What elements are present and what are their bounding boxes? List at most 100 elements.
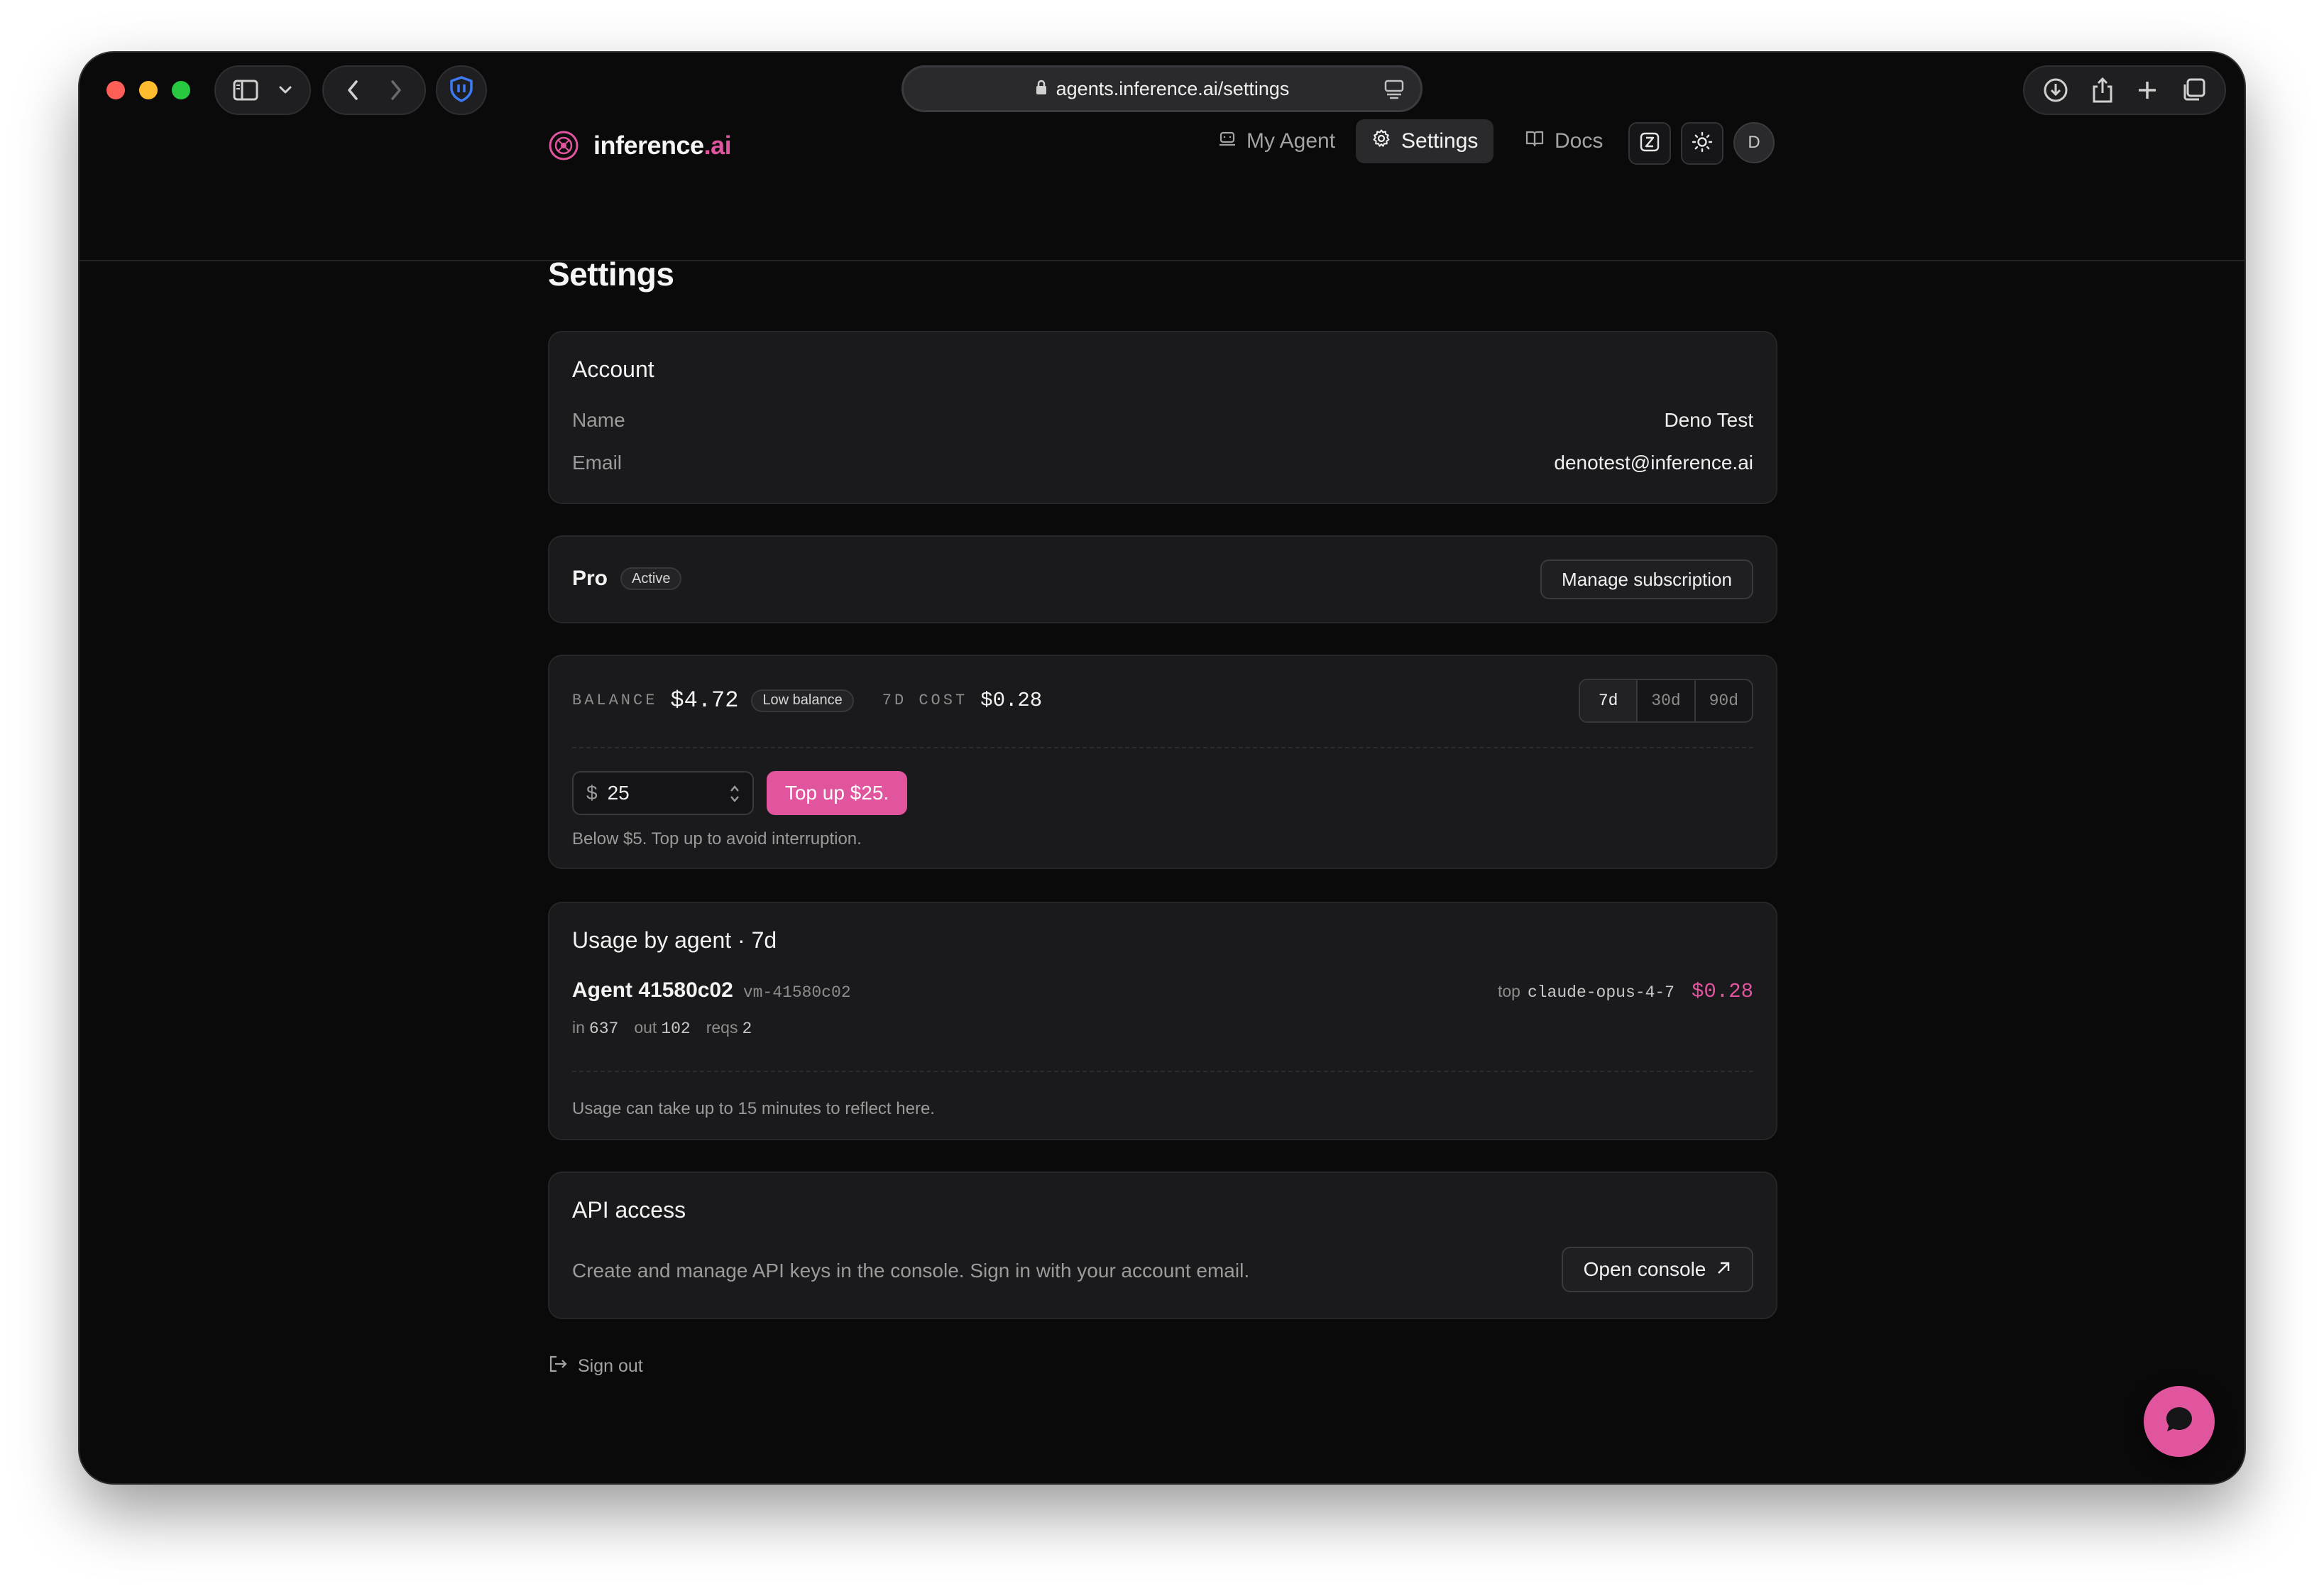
agent-row[interactable]: Agent 41580c02 vm-41580c02 — [572, 978, 851, 1003]
plan-info: Pro Active — [572, 567, 682, 591]
metric-out-label: out — [634, 1018, 657, 1037]
brand-logo-icon — [548, 130, 579, 161]
topup-amount-input[interactable]: $ 25 — [572, 771, 754, 815]
metric-in-label: in — [572, 1018, 585, 1037]
external-arrow-icon — [1716, 1258, 1731, 1281]
balance-card: BALANCE $4.72 Low balance 7D COST $0.28 … — [548, 655, 1777, 869]
range-selector: 7d 30d 90d — [1579, 679, 1753, 723]
history-nav-group — [322, 65, 426, 115]
download-icon[interactable] — [2043, 77, 2068, 103]
api-access-title: API access — [572, 1197, 686, 1223]
currency-symbol: $ — [586, 782, 598, 804]
name-label: Name — [572, 409, 625, 431]
agent-metrics: in 637 out 102 reqs 2 — [572, 1018, 767, 1038]
signout-label: Sign out — [578, 1356, 643, 1376]
password-extension-button[interactable] — [436, 65, 487, 115]
back-icon[interactable] — [346, 79, 360, 102]
topup-amount-value: 25 — [607, 782, 630, 804]
balance-stats: BALANCE $4.72 Low balance 7D COST $0.28 — [572, 687, 1042, 714]
brand-name-main: inference — [593, 131, 704, 160]
email-label: Email — [572, 452, 623, 474]
metric-out: out 102 — [634, 1018, 690, 1038]
plan-card: Pro Active Manage subscription — [548, 535, 1777, 623]
address-bar[interactable]: agents.inference.ai/settings — [901, 65, 1423, 112]
tabs-icon[interactable] — [2181, 77, 2206, 103]
usage-card: Usage by agent · 7d Agent 41580c02 vm-41… — [548, 902, 1777, 1140]
sign-out-link[interactable]: Sign out — [548, 1355, 643, 1378]
nav-docs[interactable]: Docs — [1509, 119, 1618, 163]
agent-cost-summary: top claude-opus-4-7 $0.28 — [1498, 980, 1753, 1003]
sidebar-icon[interactable] — [233, 80, 258, 101]
open-console-label: Open console — [1583, 1258, 1706, 1280]
stepper-icon[interactable] — [728, 783, 741, 809]
reader-icon[interactable] — [1383, 79, 1405, 104]
chat-icon — [2162, 1403, 2196, 1441]
theme-toggle-button[interactable] — [1681, 122, 1723, 165]
chevron-down-icon[interactable] — [278, 85, 292, 95]
chat-button[interactable] — [2144, 1386, 2215, 1457]
balance-value: $4.72 — [670, 687, 739, 714]
plan-status-badge: Active — [620, 567, 682, 590]
balance-divider — [572, 747, 1753, 748]
minimize-window-button[interactable] — [139, 81, 158, 99]
browser-actions-group — [2023, 65, 2226, 115]
usage-divider — [572, 1071, 1753, 1072]
gear-icon — [1371, 129, 1401, 154]
range-30d[interactable]: 30d — [1636, 680, 1694, 721]
app-header — [80, 128, 2244, 261]
sidebar-toggle-group[interactable] — [214, 65, 311, 115]
account-card: Account Name Deno Test Email denotest@in… — [548, 331, 1777, 504]
book-icon — [1525, 129, 1555, 153]
signout-icon — [548, 1355, 578, 1378]
nav-settings-label: Settings — [1401, 129, 1479, 153]
browser-toolbar: agents.inference.ai/settings — [80, 53, 2244, 128]
api-access-card: API access Create and manage API keys in… — [548, 1172, 1777, 1319]
forward-icon[interactable] — [389, 79, 403, 102]
nav-settings[interactable]: Settings — [1356, 119, 1494, 163]
zoom-window-button[interactable] — [172, 81, 190, 99]
nav-docs-label: Docs — [1555, 129, 1604, 153]
brand-name: inference.ai — [593, 131, 732, 160]
metric-reqs-label: reqs — [706, 1018, 738, 1037]
balance-label: BALANCE — [572, 692, 658, 709]
top-model-label: top — [1497, 982, 1520, 1000]
agent-name: Agent 41580c02 — [572, 978, 733, 1002]
close-window-button[interactable] — [106, 81, 125, 99]
metric-out-value: 102 — [661, 1020, 691, 1038]
topup-button[interactable]: Top up $25. — [767, 771, 907, 815]
nav-my-agent[interactable]: My Agent — [1202, 119, 1351, 163]
browser-window: agents.inference.ai/settings inference.a… — [80, 53, 2244, 1483]
manage-subscription-button[interactable]: Manage subscription — [1540, 559, 1753, 599]
robot-icon — [1218, 129, 1246, 153]
email-value: denotest@inference.ai — [1554, 452, 1753, 474]
range-7d[interactable]: 7d — [1580, 680, 1637, 721]
agent-cost: $0.28 — [1691, 980, 1753, 1003]
page-title: Settings — [548, 256, 674, 293]
cost-label: 7D COST — [882, 692, 968, 709]
metric-in: in 637 — [572, 1018, 618, 1038]
brand[interactable]: inference.ai — [548, 128, 732, 163]
brand-name-suffix: .ai — [703, 131, 732, 160]
lock-icon — [1035, 80, 1048, 99]
open-console-button[interactable]: Open console — [1562, 1247, 1753, 1292]
share-icon[interactable] — [2091, 77, 2114, 104]
user-avatar[interactable]: D — [1733, 122, 1775, 163]
nav-my-agent-label: My Agent — [1246, 129, 1336, 153]
usage-note: Usage can take up to 15 minutes to refle… — [572, 1099, 935, 1118]
metric-in-value: 637 — [588, 1020, 619, 1038]
plan-name: Pro — [572, 567, 608, 590]
top-model: claude-opus-4-7 — [1527, 983, 1675, 1002]
sun-icon — [1692, 131, 1713, 156]
cost-value: $0.28 — [980, 689, 1043, 712]
usage-title: Usage by agent · 7d — [572, 927, 777, 953]
address-url: agents.inference.ai/settings — [1056, 77, 1290, 99]
agent-vm: vm-41580c02 — [742, 983, 851, 1002]
low-balance-badge: Low balance — [751, 689, 854, 712]
shortcut-button[interactable] — [1628, 122, 1671, 165]
plus-icon[interactable] — [2137, 80, 2158, 101]
account-title: Account — [572, 356, 654, 382]
metric-reqs-value: 2 — [742, 1020, 752, 1038]
api-access-description: Create and manage API keys in the consol… — [572, 1260, 1250, 1282]
range-90d[interactable]: 90d — [1694, 680, 1752, 721]
name-value: Deno Test — [1664, 409, 1753, 431]
